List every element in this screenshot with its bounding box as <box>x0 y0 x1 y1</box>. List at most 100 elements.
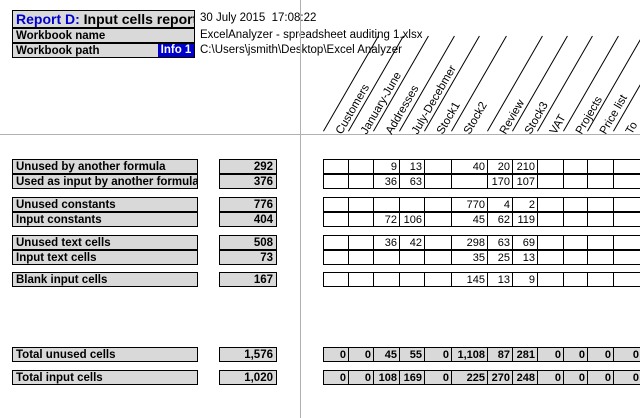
table-cell: 145 <box>451 272 488 287</box>
table-cell <box>563 197 588 212</box>
table-cell: 0 <box>424 347 452 362</box>
report-datetime: 30 July 2015 17:08:22 <box>200 11 316 25</box>
table-cell: 210 <box>512 159 538 174</box>
table-cell <box>348 235 374 250</box>
table-cell: 62 <box>487 212 513 227</box>
report-label: Report D: <box>16 11 80 27</box>
table-cell <box>373 272 400 287</box>
table-cell: 248 <box>512 370 538 385</box>
table-cell <box>399 272 425 287</box>
table-cell: 13 <box>399 159 425 174</box>
table-cell <box>613 235 640 250</box>
table-cell: 63 <box>399 174 425 189</box>
table-cell <box>348 174 374 189</box>
table-cell <box>373 250 400 265</box>
table-cell <box>587 235 614 250</box>
table-cell <box>323 197 349 212</box>
table-cell <box>537 174 564 189</box>
table-cell <box>563 250 588 265</box>
table-cell: 169 <box>399 370 425 385</box>
table-cell <box>563 235 588 250</box>
row-total: 292 <box>219 159 277 174</box>
table-cell: 69 <box>512 235 538 250</box>
row-label: Blank input cells <box>12 272 198 287</box>
table-cell: 108 <box>373 370 400 385</box>
row-total: 1,020 <box>219 370 277 385</box>
table-cell <box>451 174 488 189</box>
table-cell: 36 <box>373 235 400 250</box>
table-cell: 0 <box>613 370 640 385</box>
table-cell <box>563 174 588 189</box>
workbook-name-value: ExcelAnalyzer - spreadsheet auditing 1.x… <box>200 29 423 41</box>
table-cell: 0 <box>348 347 374 362</box>
table-cell <box>613 159 640 174</box>
table-cell: 4 <box>487 197 513 212</box>
table-cell: 0 <box>587 347 614 362</box>
report-time: 17:08:22 <box>271 12 317 24</box>
table-cell <box>323 235 349 250</box>
table-cell <box>587 272 614 287</box>
table-cell: 270 <box>487 370 513 385</box>
table-cell: 25 <box>487 250 513 265</box>
table-cell <box>424 159 452 174</box>
table-cell <box>537 235 564 250</box>
table-cell: 13 <box>512 250 538 265</box>
table-cell: 119 <box>512 212 538 227</box>
table-cell <box>323 272 349 287</box>
table-cell: 0 <box>587 370 614 385</box>
report-date: 30 July 2015 <box>200 12 266 24</box>
row-total: 167 <box>219 272 277 287</box>
row-label: Used as input by another formula <box>12 174 198 189</box>
table-cell: 35 <box>451 250 488 265</box>
table-cell <box>348 197 374 212</box>
table-cell: 72 <box>373 212 400 227</box>
table-cell <box>373 197 400 212</box>
report-title-box: Report D: Input cells report <box>12 10 195 28</box>
table-cell <box>348 159 374 174</box>
table-cell <box>399 197 425 212</box>
table-cell <box>587 212 614 227</box>
table-cell <box>424 235 452 250</box>
row-total: 508 <box>219 235 277 250</box>
table-cell <box>424 174 452 189</box>
table-cell: 20 <box>487 159 513 174</box>
table-cell <box>424 197 452 212</box>
table-cell: 45 <box>451 212 488 227</box>
table-cell <box>613 212 640 227</box>
table-cell: 281 <box>512 347 538 362</box>
table-cell: 42 <box>399 235 425 250</box>
vertical-divider <box>300 0 301 418</box>
table-cell <box>563 272 588 287</box>
row-label: Input constants <box>12 212 198 227</box>
table-cell: 45 <box>373 347 400 362</box>
table-cell: 0 <box>613 347 640 362</box>
table-cell: 170 <box>487 174 513 189</box>
table-cell <box>348 212 374 227</box>
table-cell: 106 <box>399 212 425 227</box>
table-cell <box>323 212 349 227</box>
table-cell: 770 <box>451 197 488 212</box>
table-cell <box>424 250 452 265</box>
table-cell <box>348 250 374 265</box>
row-label: Total input cells <box>12 370 198 385</box>
table-cell <box>537 212 564 227</box>
row-total: 376 <box>219 174 277 189</box>
table-cell: 0 <box>323 347 349 362</box>
table-cell <box>613 197 640 212</box>
table-cell: 55 <box>399 347 425 362</box>
table-cell: 2 <box>512 197 538 212</box>
table-cell: 0 <box>424 370 452 385</box>
table-cell <box>424 272 452 287</box>
row-label: Unused by another formula <box>12 159 198 174</box>
table-cell <box>323 174 349 189</box>
table-cell <box>424 212 452 227</box>
table-cell: 107 <box>512 174 538 189</box>
info-badge[interactable]: Info 1 <box>158 44 194 57</box>
table-cell <box>587 197 614 212</box>
table-cell <box>613 272 640 287</box>
table-cell: 0 <box>323 370 349 385</box>
table-cell: 13 <box>487 272 513 287</box>
workbook-name-label: Workbook name <box>12 28 195 43</box>
table-cell: 298 <box>451 235 488 250</box>
row-total: 73 <box>219 250 277 265</box>
